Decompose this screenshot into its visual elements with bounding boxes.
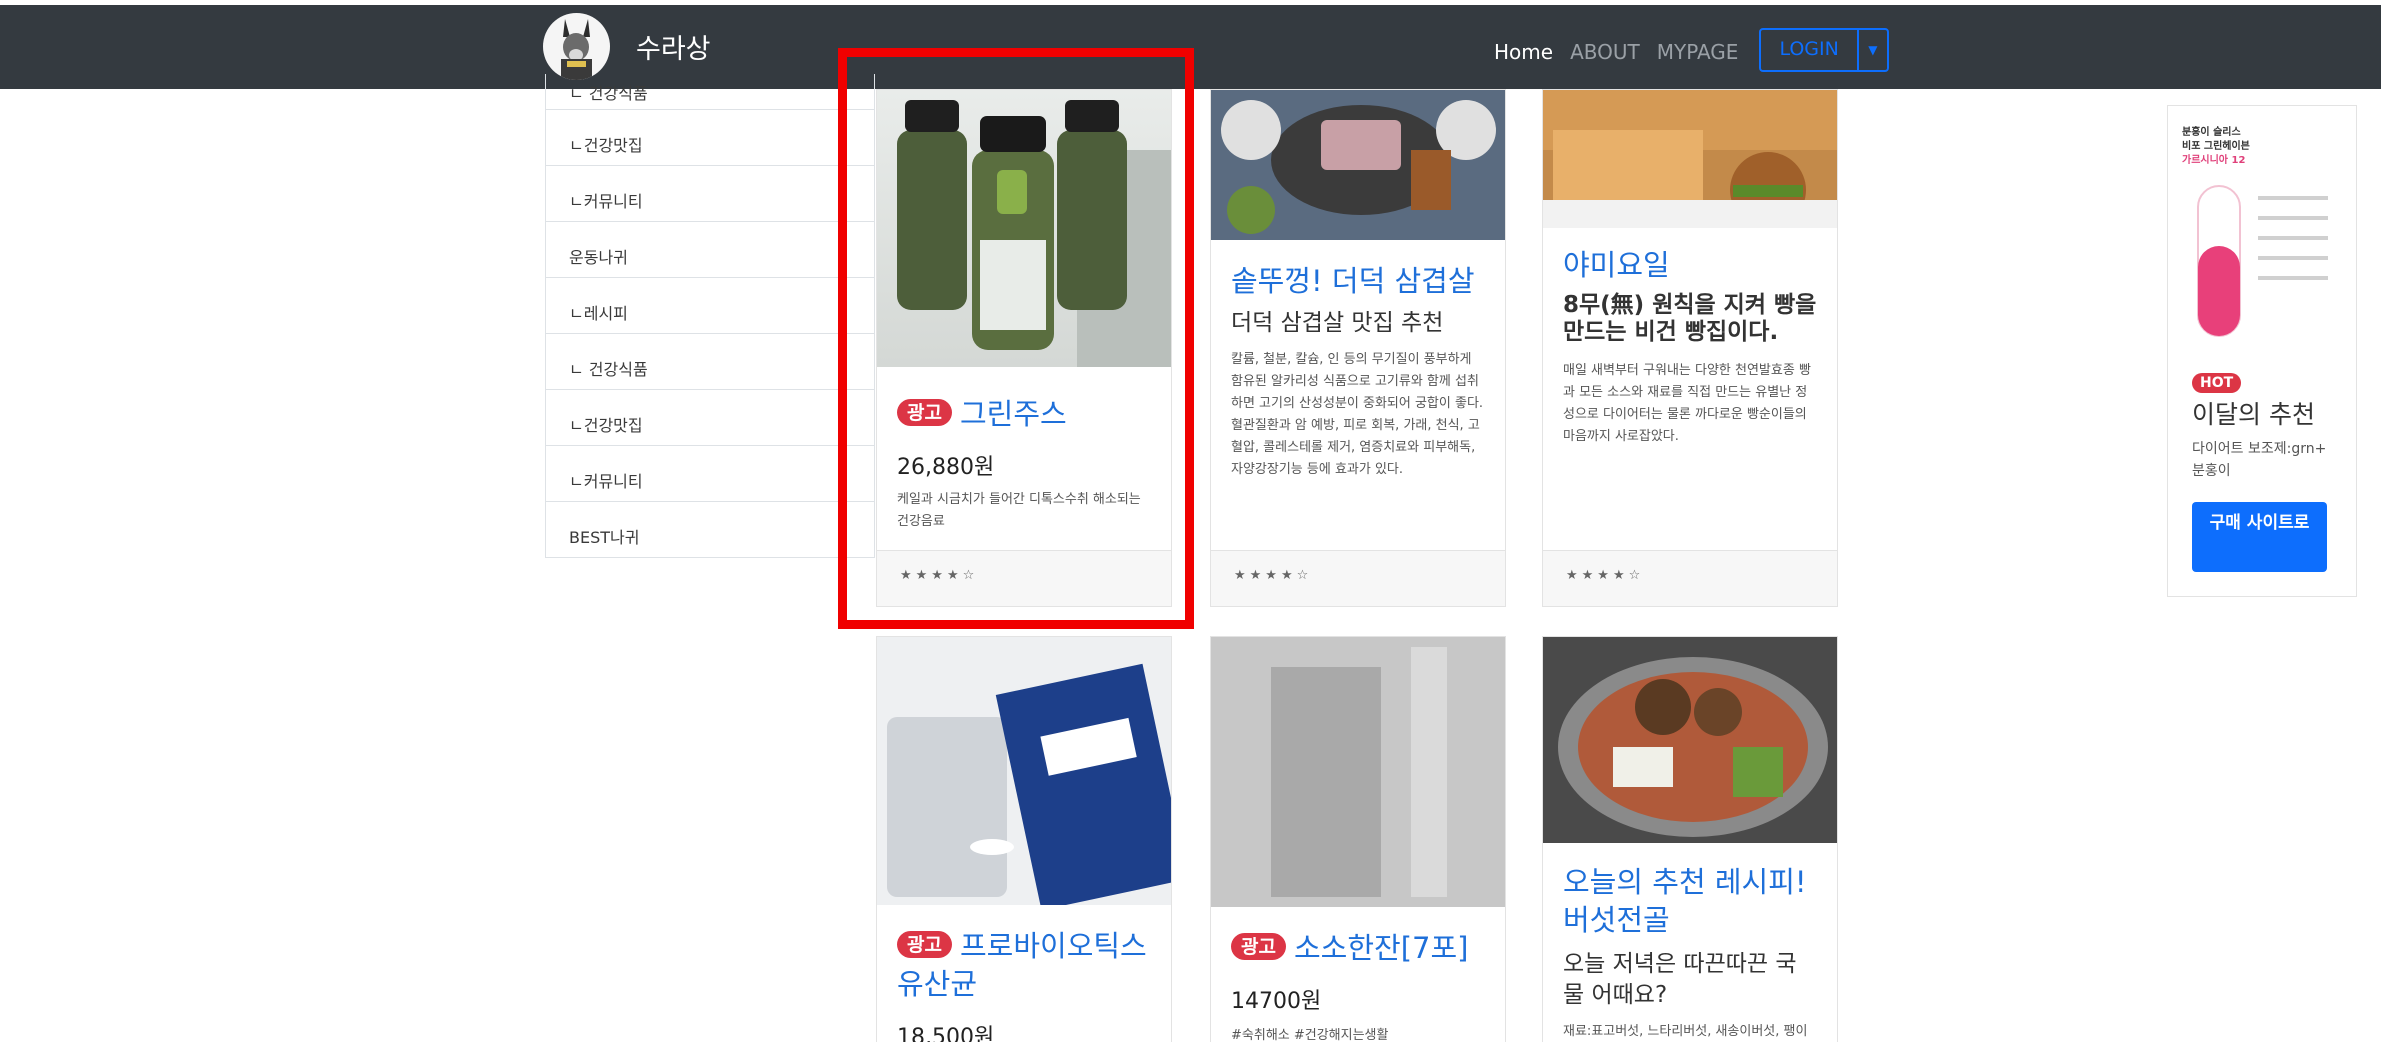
card-description: #숙취해소 #건강해지는생활: [1231, 1028, 1389, 1042]
card-title[interactable]: 광고 프로바이오틱스 유산균: [897, 927, 1151, 1003]
ad-description: 다이어트 보조제:grn+ 분홍이: [2192, 441, 2327, 479]
ad-badge: 광고: [897, 931, 952, 958]
recipe-card-mushroom[interactable]: 오늘의 추천 레시피! 버섯전골 오늘 저녁은 따끈따끈 국물 어때요? 재료:…: [1542, 636, 1838, 1042]
ad-badge: 광고: [1231, 933, 1286, 960]
sidebar-item-health-food-2[interactable]: ㄴ 건강식품: [545, 334, 875, 390]
sidebar-item-health-restaurant-2[interactable]: ㄴ건강맛집: [545, 390, 875, 446]
sidebar-item-health-food[interactable]: ㄴ 건강식품: [545, 74, 875, 110]
nav-links: Home ABOUT MYPAGE LOGIN ▼: [1494, 28, 1889, 72]
sidebar-item-community-2[interactable]: ㄴ커뮤니티: [545, 446, 875, 502]
card-subtitle: 더덕 삼겹살 맛집 추천: [1231, 310, 1444, 336]
product-card-pork[interactable]: 솥뚜껑! 더덕 삼겹살 더덕 삼겹살 맛집 추천 칼륨, 철분, 칼슘, 인 등…: [1210, 89, 1506, 607]
card-title-text[interactable]: 소소한잔[7포]: [1294, 931, 1468, 965]
price-unit: 원: [1301, 989, 1322, 1014]
highlight-box: [838, 48, 1194, 629]
card-rating: ★★★★☆: [1543, 550, 1837, 606]
buy-site-button[interactable]: 구매 사이트로: [2192, 502, 2327, 572]
card-title[interactable]: 광고 소소한잔[7포]: [1231, 929, 1485, 967]
price: 14700원: [1231, 983, 1485, 1015]
product-card-probiotic[interactable]: 광고 프로바이오틱스 유산균 18,500원: [876, 636, 1172, 1042]
card-subtitle: 8무(無) 원칙을 지켜 빵을 만드는 비건 빵집이다.: [1563, 292, 1817, 345]
pork-image[interactable]: [1211, 90, 1505, 240]
price-unit: 원: [973, 1025, 995, 1042]
sidebar-item-exercise[interactable]: 운동나귀: [545, 222, 875, 278]
product-card-bread[interactable]: 야미요일 8무(無) 원칙을 지켜 빵을 만드는 비건 빵집이다. 매일 새벽부…: [1542, 89, 1838, 607]
sidebar-item-recipe[interactable]: ㄴ레시피: [545, 278, 875, 334]
caret-down-icon[interactable]: ▼: [1856, 30, 1887, 70]
banner-line-2: 비포 그린헤이븐: [2182, 141, 2250, 152]
login-button-group: LOGIN ▼: [1759, 28, 1889, 72]
sidebar-item-community[interactable]: ㄴ커뮤니티: [545, 166, 875, 222]
price-value: 14700: [1231, 989, 1301, 1014]
card-description: 재료:표고버섯, 느타리버섯, 새송이버섯, 팽이버섯, 소고기(불고기감), …: [1563, 1024, 1808, 1039]
donkey-logo-icon[interactable]: [543, 13, 610, 80]
price: 18,500원: [897, 1019, 1151, 1042]
login-button[interactable]: LOGIN: [1761, 30, 1856, 70]
ad-sidebar: 분홍이 슬리스 비포 그린헤이븐 가르시니아 12 HOT 이달의 추천 다이어…: [2167, 105, 2357, 597]
card-description: 칼륨, 철분, 칼슘, 인 등의 무기질이 풍부하게 함유된 알카리성 식품으로…: [1231, 352, 1484, 477]
card-description: 매일 새벽부터 구워내는 다양한 천연발효종 빵과 모든 소스와 재료를 직접 …: [1563, 363, 1811, 444]
sidebar-item-best[interactable]: BEST나귀: [545, 502, 875, 558]
nav-home-link[interactable]: Home: [1494, 40, 1553, 64]
mushroom-hotpot-image[interactable]: [1543, 637, 1837, 843]
banner-line-3: 가르시니아 12: [2182, 155, 2246, 166]
card-subtitle: 오늘 저녁은 따끈따끈 국물 어때요?: [1563, 951, 1797, 1008]
ad-title: 이달의 추천: [2192, 400, 2315, 429]
bread-image[interactable]: [1543, 90, 1837, 228]
brand[interactable]: 수라상: [543, 13, 711, 80]
probiotic-image[interactable]: [877, 637, 1171, 905]
price-value: 18,500: [897, 1025, 974, 1042]
banner-line-1: 분홍이 슬리스: [2182, 127, 2241, 138]
card-title[interactable]: 오늘의 추천 레시피! 버섯전골: [1563, 863, 1817, 939]
hot-badge: HOT: [2192, 373, 2242, 393]
card-title[interactable]: 야미요일: [1563, 246, 1817, 284]
card-title[interactable]: 솥뚜껑! 더덕 삼겹살: [1231, 262, 1485, 300]
brand-name[interactable]: 수라상: [636, 27, 711, 66]
sidebar-item-health-restaurant[interactable]: ㄴ건강맛집: [545, 110, 875, 166]
nav-about-link[interactable]: ABOUT: [1570, 40, 1640, 64]
sosohanjan-image[interactable]: [1211, 637, 1505, 907]
nav-mypage-link[interactable]: MYPAGE: [1657, 40, 1739, 64]
sidebar: ㄴ 건강식품 ㄴ건강맛집 ㄴ커뮤니티 운동나귀 ㄴ레시피 ㄴ 건강식품 ㄴ건강맛…: [545, 74, 875, 558]
ad-banner-image[interactable]: 분홍이 슬리스 비포 그린헤이븐 가르시니아 12: [2182, 126, 2346, 356]
card-rating: ★★★★☆: [1211, 550, 1505, 606]
product-card-sosohanjan[interactable]: 광고 소소한잔[7포] 14700원 #숙취해소 #건강해지는생활: [1210, 636, 1506, 1042]
